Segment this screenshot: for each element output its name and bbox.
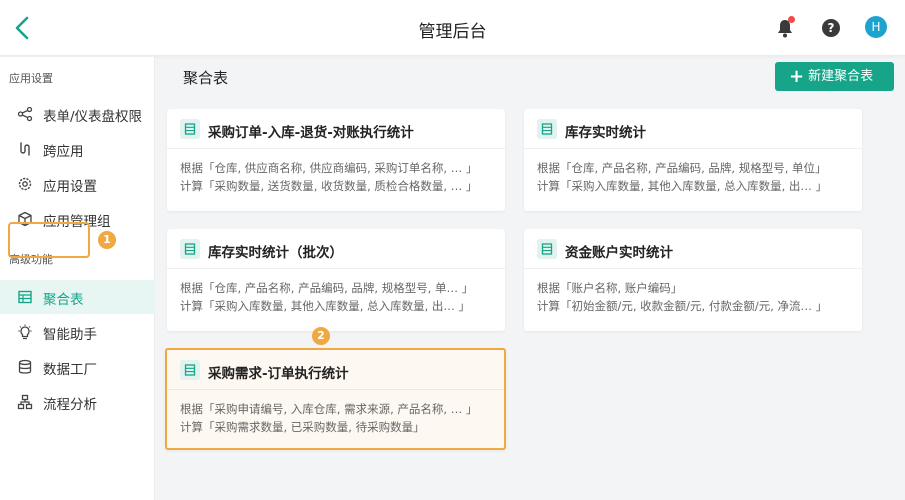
table-icon	[180, 239, 200, 259]
database-icon	[18, 359, 32, 374]
card-compute: 计算「采购入库数量, 其他入库数量, 总入库数量, 出… 」	[537, 179, 828, 193]
flow-icon	[17, 394, 33, 410]
table-icon	[537, 119, 557, 139]
sidebar-item-app-settings[interactable]: 应用设置	[0, 167, 155, 201]
card-header: 库存实时统计（批次）	[167, 229, 505, 269]
card-group-by: 根据「仓库, 产品名称, 产品编码, 品牌, 规格型号, 单位」	[537, 161, 827, 175]
sidebar-item-label: 跨应用	[43, 144, 84, 160]
aggregate-card[interactable]: 库存实时统计（批次） 根据「仓库, 产品名称, 产品编码, 品牌, 规格型号, …	[167, 229, 505, 331]
gear-icon	[18, 177, 32, 191]
card-title: 采购需求-订单执行统计	[208, 366, 349, 382]
sidebar-item-label: 表单/仪表盘权限	[43, 109, 143, 125]
card-header: 资金账户实时统计	[524, 229, 862, 269]
sidebar-section-app-settings: 应用设置	[9, 72, 53, 85]
sidebar-item-label: 智能助手	[43, 327, 97, 343]
card-header: 采购需求-订单执行统计	[167, 350, 504, 390]
plus-icon: +	[789, 66, 805, 87]
step-badge-2: 2	[312, 327, 330, 345]
table-icon	[180, 119, 200, 139]
sidebar-item-aggregate-table[interactable]: 聚合表	[0, 280, 155, 314]
bulb-icon	[18, 324, 32, 340]
table-icon	[180, 360, 200, 380]
sidebar-item-smart-assistant[interactable]: 智能助手	[0, 315, 155, 349]
sidebar-item-label: 应用设置	[43, 179, 97, 195]
card-title: 资金账户实时统计	[565, 245, 673, 261]
sidebar-item-label: 流程分析	[43, 397, 97, 413]
card-group-by: 根据「账户名称, 账户编码」	[537, 281, 683, 295]
share-icon	[17, 106, 33, 122]
card-group-by: 根据「仓库, 供应商名称, 供应商编码, 采购订单名称, … 」	[180, 161, 478, 175]
table-icon	[18, 290, 32, 304]
main-heading: 聚合表	[183, 69, 229, 87]
sidebar-item-label: 数据工厂	[43, 362, 97, 378]
aggregate-card[interactable]: 资金账户实时统计 根据「账户名称, 账户编码」 计算「初始金额/元, 收款金额/…	[524, 229, 862, 331]
card-group-by: 根据「仓库, 产品名称, 产品编码, 品牌, 规格型号, 单… 」	[180, 281, 474, 295]
sidebar-item-process-analysis[interactable]: 流程分析	[0, 385, 155, 419]
card-header: 库存实时统计	[524, 109, 862, 149]
card-compute: 计算「初始金额/元, 收款金额/元, 付款金额/元, 净流… 」	[537, 299, 828, 313]
card-group-by: 根据「采购申请编号, 入库仓库, 需求来源, 产品名称, … 」	[180, 402, 478, 416]
aggregate-card-highlighted[interactable]: 采购需求-订单执行统计 根据「采购申请编号, 入库仓库, 需求来源, 产品名称,…	[165, 348, 506, 450]
card-title: 采购订单-入库-退货-对账执行统计	[208, 125, 414, 141]
sidebar-item-form-permissions[interactable]: 表单/仪表盘权限	[0, 97, 155, 131]
top-bar: 管理后台 ? H	[0, 0, 905, 56]
card-compute: 计算「采购入库数量, 其他入库数量, 总入库数量, 出… 」	[180, 299, 471, 313]
aggregate-card[interactable]: 采购订单-入库-退货-对账执行统计 根据「仓库, 供应商名称, 供应商编码, 采…	[167, 109, 505, 211]
highlight-box-aggregate-table	[8, 222, 90, 258]
avatar[interactable]: H	[865, 16, 887, 38]
card-title: 库存实时统计	[565, 125, 646, 141]
sidebar-item-cross-app[interactable]: 跨应用	[0, 132, 155, 166]
card-compute: 计算「采购数量, 送货数量, 收货数量, 质检合格数量, … 」	[180, 179, 478, 193]
sidebar-item-data-factory[interactable]: 数据工厂	[0, 350, 155, 384]
sidebar: 应用设置 表单/仪表盘权限 跨应用 应用设置 应用管理组 高级功能 聚合表 智能…	[0, 57, 155, 500]
card-compute: 计算「采购需求数量, 已采购数量, 待采购数量」	[180, 420, 425, 434]
new-button-label: 新建聚合表	[808, 69, 874, 84]
notification-dot	[788, 16, 795, 23]
sidebar-item-label: 聚合表	[43, 292, 84, 308]
page-title: 管理后台	[418, 22, 487, 42]
new-aggregate-table-button[interactable]: + 新建聚合表	[775, 62, 894, 91]
table-icon	[537, 239, 557, 259]
step-badge-1: 1	[98, 231, 116, 249]
link-icon	[20, 142, 30, 156]
aggregate-card[interactable]: 库存实时统计 根据「仓库, 产品名称, 产品编码, 品牌, 规格型号, 单位」 …	[524, 109, 862, 211]
help-icon[interactable]: ?	[822, 19, 840, 37]
card-header: 采购订单-入库-退货-对账执行统计	[167, 109, 505, 149]
card-title: 库存实时统计（批次）	[208, 245, 343, 261]
